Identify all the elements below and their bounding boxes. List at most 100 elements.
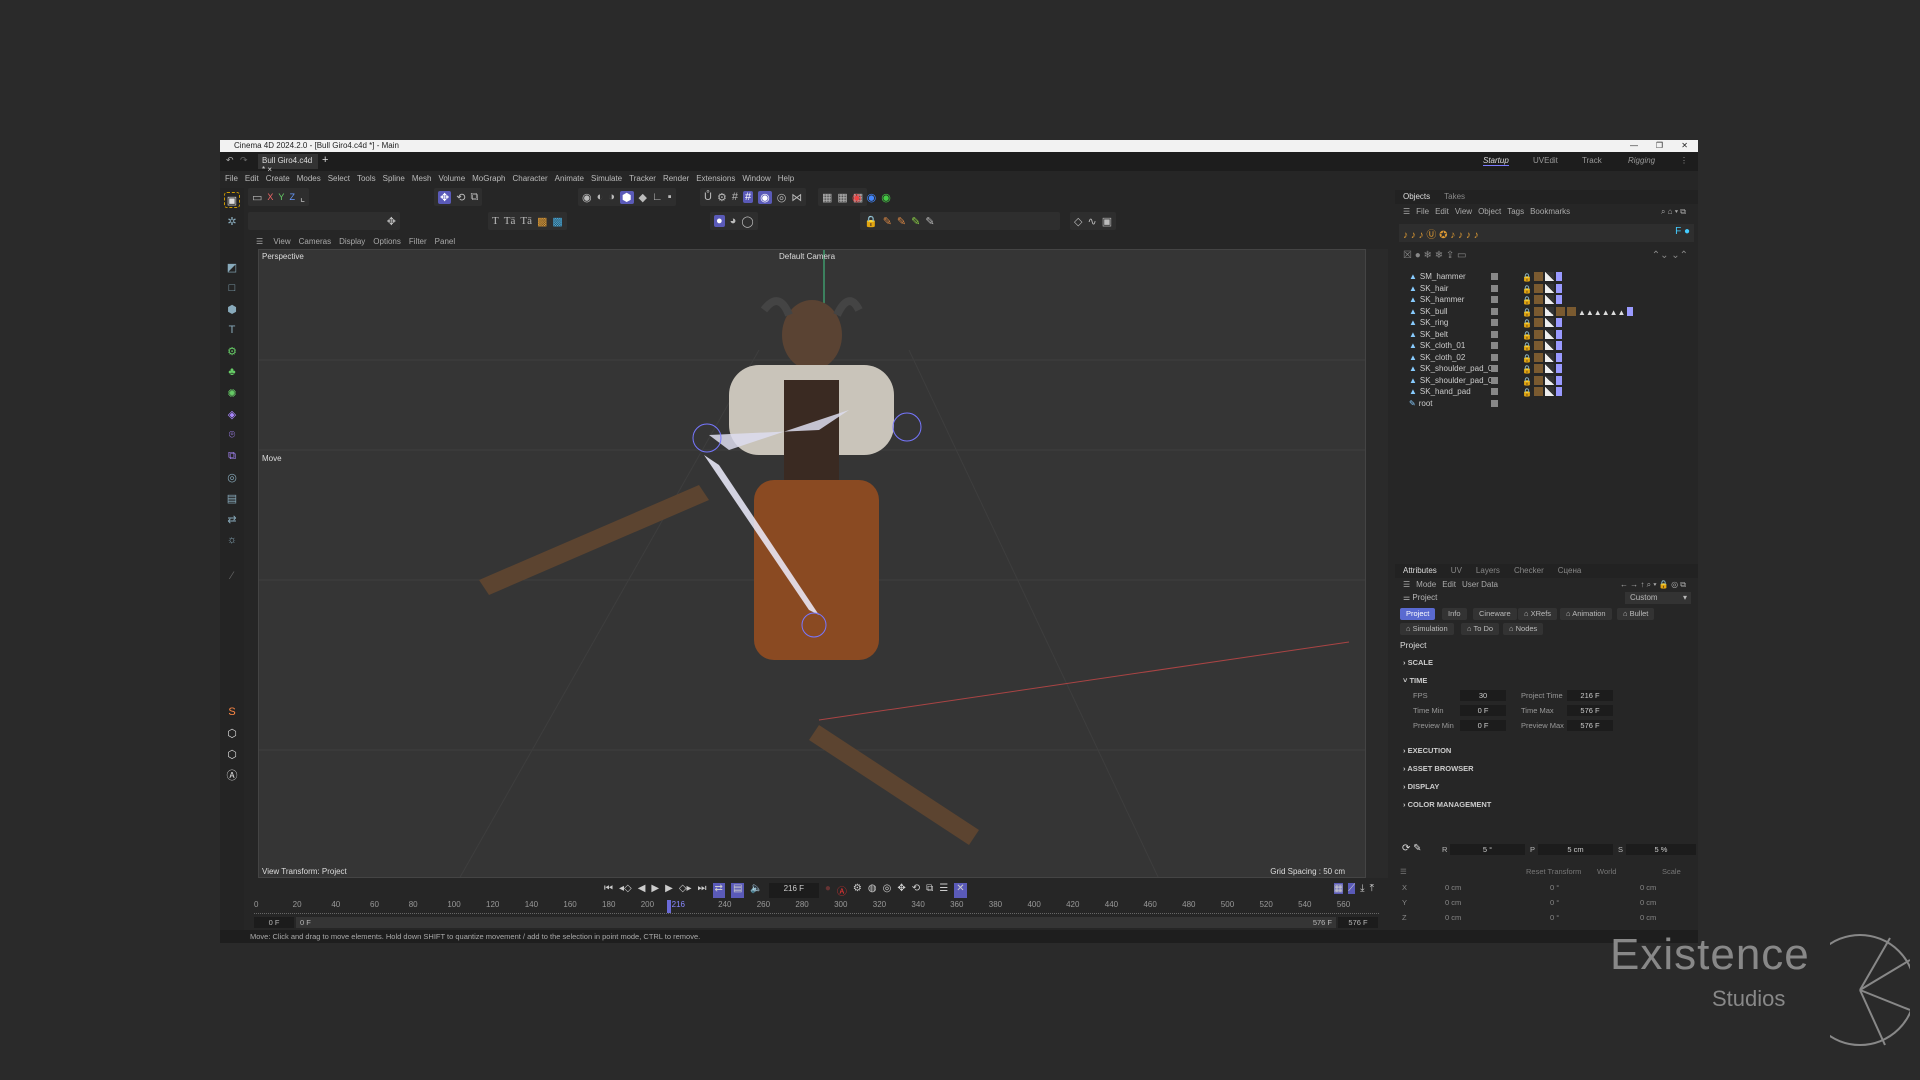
uvw-tag[interactable] [1544, 364, 1554, 373]
lock-icon[interactable]: 🔒 [1522, 284, 1532, 295]
layer-icon[interactable]: ⇄ [224, 511, 240, 527]
uvw-tag[interactable] [1544, 387, 1554, 396]
scale-field[interactable]: 0 cm [1640, 883, 1656, 892]
selection-tag[interactable] [1555, 283, 1562, 293]
objects-menu-object[interactable]: Object [1478, 207, 1501, 216]
selection-tag[interactable] [1555, 341, 1562, 350]
key-icon[interactable]: ◍ [868, 883, 877, 898]
y-axis-toggle[interactable]: Y [278, 192, 284, 202]
objects-menu-edit[interactable]: Edit [1435, 207, 1449, 216]
uvw-tag[interactable] [1544, 272, 1554, 281]
object-row[interactable]: ▲ SK_bull 🔒 ▲▲▲▲▲▲ [1399, 306, 1689, 317]
maximize-button[interactable]: ❐ [1656, 140, 1663, 152]
grid-icon[interactable]: # [732, 191, 738, 203]
lock-icon[interactable]: 🔒 [1522, 272, 1532, 283]
selection-tag[interactable] [1627, 306, 1634, 316]
lock-icon[interactable]: 🔒 [1522, 330, 1532, 341]
hamburger-icon[interactable]: ☰ [1403, 580, 1410, 589]
section-execution[interactable]: › EXECUTION [1403, 746, 1451, 755]
lock-icon[interactable]: 🔒 [1522, 364, 1532, 375]
minimize-button[interactable]: — [1630, 140, 1638, 152]
selection-tag[interactable] [1555, 387, 1562, 396]
plugin-icon-b[interactable]: ◉ [881, 191, 891, 204]
filter-icons[interactable]: ☒ ● ❄ ❄ ⇪ ▭ [1403, 250, 1466, 261]
tab-scene[interactable]: Сцена [1558, 566, 1582, 575]
next-frame-icon[interactable]: ▶ [665, 883, 673, 898]
mode-dropdown[interactable]: Scale [1662, 867, 1681, 876]
object-row[interactable]: ▲ SK_hair 🔒 [1399, 283, 1689, 294]
text-icon[interactable]: T [492, 215, 499, 227]
material-tag[interactable] [1533, 341, 1543, 350]
visibility-toggle[interactable] [1491, 353, 1498, 361]
text-icon[interactable]: T [224, 322, 240, 338]
snap-s-field[interactable]: 5 % [1626, 844, 1696, 855]
selection-tag[interactable] [1555, 352, 1562, 362]
visibility-toggle[interactable] [1491, 376, 1498, 384]
tab-checker[interactable]: Checker [1514, 566, 1544, 575]
lock-icon[interactable]: 🔒 [1522, 307, 1532, 318]
objects-menu-tags[interactable]: Tags [1507, 207, 1524, 216]
viewport-menu-panel[interactable]: Panel [435, 237, 455, 246]
viewport-menu-view[interactable]: View [273, 237, 290, 246]
selection-tag[interactable] [1555, 318, 1562, 327]
material-tag[interactable] [1533, 272, 1543, 281]
menu-mograph[interactable]: MoGraph [472, 174, 505, 183]
uvw-tag[interactable] [1544, 329, 1554, 339]
deformer-icon[interactable]: ✺ [224, 385, 240, 401]
lock-icon[interactable]: 🔒 [864, 215, 878, 228]
menu-modes[interactable]: Modes [297, 174, 321, 183]
prev-frame-icon[interactable]: ◀ [638, 883, 646, 898]
weight-icon[interactable]: ✎ [897, 215, 906, 228]
material-tag[interactable] [1533, 283, 1543, 293]
object-row[interactable]: ▲ SK_cloth_02 🔒 [1399, 352, 1689, 363]
redshift-icon[interactable]: ◉ [852, 191, 862, 204]
lock-icon[interactable]: 🔒 [1522, 341, 1532, 352]
hamburger-icon[interactable]: ☰ [1403, 207, 1410, 216]
menu-spline[interactable]: Spline [383, 174, 405, 183]
timeline-icon[interactable]: ▣ [1102, 215, 1112, 228]
menu-create[interactable]: Create [266, 174, 290, 183]
character-tools-icon[interactable]: ♪ ♪ ♪ Ⓤ ✪ ♪ ♪ ♪ ♪ [1403, 230, 1479, 241]
rotation-field[interactable]: 0 ° [1550, 898, 1559, 907]
section-asset-browser[interactable]: › ASSET BROWSER [1403, 764, 1474, 773]
space-dropdown[interactable]: World [1597, 867, 1616, 876]
reset-transform-button[interactable]: Reset Transform [1526, 867, 1581, 876]
workplane-icon[interactable]: ◉ [758, 190, 772, 204]
tab-objects[interactable]: Objects [1403, 192, 1430, 201]
viewport-menu-options[interactable]: Options [373, 237, 401, 246]
objects-menu-bookmarks[interactable]: Bookmarks [1530, 207, 1570, 216]
curve-icon[interactable]: ∿ [1087, 215, 1096, 228]
visibility-toggle[interactable] [1491, 307, 1498, 315]
more-icon[interactable]: ⋮ [1680, 156, 1688, 165]
uvw-tag[interactable] [1544, 375, 1554, 385]
time-min-field[interactable]: 0 F [1460, 705, 1506, 716]
material-tag[interactable] [1533, 375, 1543, 385]
visibility-toggle[interactable] [1491, 399, 1498, 407]
undo-icon[interactable]: ↶ [226, 155, 234, 166]
fcurve-icon[interactable]: ⟋ [1348, 883, 1356, 894]
snap-icon[interactable]: # [742, 191, 754, 203]
mesh-icon[interactable]: ◑ [608, 191, 615, 203]
visibility-toggle[interactable] [1491, 273, 1498, 280]
material-tag[interactable] [1533, 318, 1543, 327]
position-field[interactable]: 0 cm [1445, 898, 1461, 907]
material-tag[interactable] [1533, 306, 1543, 316]
uvw-tag[interactable] [1544, 318, 1554, 327]
keyframe-icon[interactable]: ◇ [1074, 215, 1082, 228]
plugin-icon-2[interactable]: ⬡ [224, 746, 240, 762]
selection-tag[interactable] [1555, 329, 1562, 339]
section-scale[interactable]: › SCALE [1403, 658, 1433, 667]
section-display[interactable]: › DISPLAY [1403, 782, 1439, 791]
attr-tab-cineware[interactable]: Cineware [1473, 608, 1517, 620]
menu-character[interactable]: Character [513, 174, 548, 183]
rotation-field[interactable]: 0 ° [1550, 913, 1559, 922]
key-pos-icon[interactable]: ✥ [897, 883, 905, 898]
lock-icon[interactable]: 🔒 [1522, 295, 1532, 306]
viewport-menu-filter[interactable]: Filter [409, 237, 427, 246]
section-time[interactable]: ˅ TIME [1403, 676, 1427, 685]
material-tag[interactable] [1566, 306, 1576, 316]
menu-help[interactable]: Help [778, 174, 794, 183]
attr-tab-xrefs[interactable]: ⌂ XRefs [1518, 608, 1558, 620]
current-frame-field[interactable]: 216 F [768, 883, 819, 898]
null-icon[interactable]: ◉ [582, 191, 592, 204]
